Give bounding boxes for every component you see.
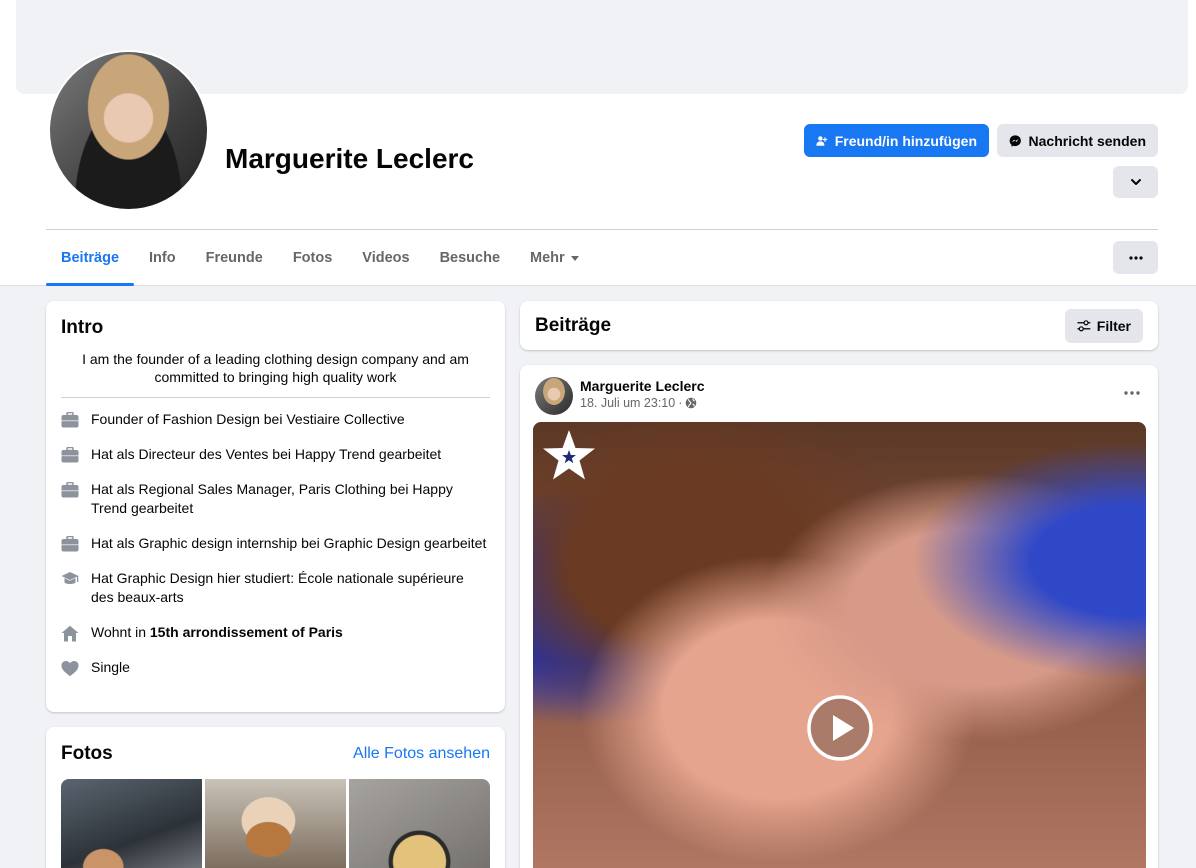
profile-name: Marguerite Leclerc (225, 143, 474, 174)
intro-item-relationship: Single (61, 658, 490, 677)
filter-button[interactable]: Filter (1065, 308, 1143, 343)
more-options-button[interactable] (1113, 241, 1158, 274)
intro-title: Intro (61, 317, 104, 338)
home-icon (61, 624, 79, 642)
post-video[interactable] (533, 422, 1146, 868)
star-emblem-icon (543, 430, 595, 480)
see-all-photos-link[interactable]: Alle Fotos ansehen (353, 745, 490, 763)
tab-checkins[interactable]: Besuche (425, 230, 515, 286)
filter-sliders-icon (1077, 319, 1091, 331)
briefcase-icon (61, 411, 79, 429)
meta-separator: · (678, 396, 683, 410)
ellipsis-icon (1124, 391, 1140, 395)
filter-label: Filter (1096, 317, 1131, 334)
tab-friends[interactable]: Freunde (191, 230, 278, 286)
intro-bio: I am the founder of a leading clothing d… (61, 350, 490, 398)
post-card: Marguerite Leclerc 18. Juli um 23:10 · (520, 365, 1158, 868)
intro-list: Founder of Fashion Design bei Vestiaire … (61, 410, 490, 677)
profile-tabs: Beiträge Info Freunde Fotos Videos Besuc… (46, 230, 594, 286)
intro-item-work: Hat als Graphic design internship bei Gr… (61, 534, 490, 553)
tab-photos[interactable]: Fotos (278, 230, 347, 286)
post-author-name[interactable]: Marguerite Leclerc (580, 378, 705, 394)
briefcase-icon (61, 481, 79, 499)
tab-videos[interactable]: Videos (347, 230, 424, 286)
add-friend-icon (816, 135, 828, 146)
add-friend-button[interactable]: Freund/in hinzufügen (804, 124, 989, 157)
intro-item-work: Founder of Fashion Design bei Vestiaire … (61, 410, 490, 429)
globe-icon (686, 397, 697, 409)
briefcase-icon (61, 446, 79, 464)
profile-options-button[interactable] (1113, 166, 1158, 198)
caret-down-icon (570, 256, 579, 261)
graduation-cap-icon (61, 570, 79, 588)
post-timestamp[interactable]: 18. Juli um 23:10 (580, 396, 675, 410)
posts-header-card: Beiträge Filter (520, 301, 1158, 350)
heart-icon (61, 659, 79, 677)
tab-posts[interactable]: Beiträge (46, 230, 135, 286)
send-message-label: Nachricht senden (1028, 132, 1146, 149)
photo-thumbnail[interactable] (205, 779, 346, 868)
add-friend-label: Freund/in hinzufügen (834, 132, 977, 149)
photos-header: Fotos Alle Fotos ansehen (61, 743, 490, 765)
photos-card: Fotos Alle Fotos ansehen (46, 727, 505, 868)
post-options-button[interactable] (1120, 381, 1144, 405)
photo-thumbnail[interactable] (349, 779, 490, 868)
intro-item-residence: Wohnt in 15th arrondissement of Paris (61, 623, 490, 642)
photo-grid (61, 779, 490, 868)
tab-more[interactable]: Mehr (515, 230, 594, 286)
send-message-button[interactable]: Nachricht senden (997, 124, 1158, 157)
post-meta: 18. Juli um 23:10 · (580, 396, 697, 410)
briefcase-icon (61, 535, 79, 553)
intro-item-work: Hat als Regional Sales Manager, Paris Cl… (61, 480, 490, 518)
profile-avatar[interactable] (50, 52, 207, 209)
photo-thumbnail[interactable] (61, 779, 202, 868)
tab-info[interactable]: Info (134, 230, 191, 286)
messenger-icon (1009, 134, 1021, 147)
intro-item-education: Hat Graphic Design hier studiert: École … (61, 569, 490, 607)
chevron-down-icon (1130, 179, 1141, 185)
post-author-avatar[interactable] (535, 377, 573, 415)
intro-item-work: Hat als Directeur des Ventes bei Happy T… (61, 445, 490, 464)
photos-title: Fotos (61, 743, 113, 764)
ellipsis-icon (1128, 255, 1143, 260)
posts-title: Beiträge (535, 314, 612, 336)
intro-card: Intro I am the founder of a leading clot… (46, 301, 505, 712)
play-icon[interactable] (806, 694, 874, 762)
